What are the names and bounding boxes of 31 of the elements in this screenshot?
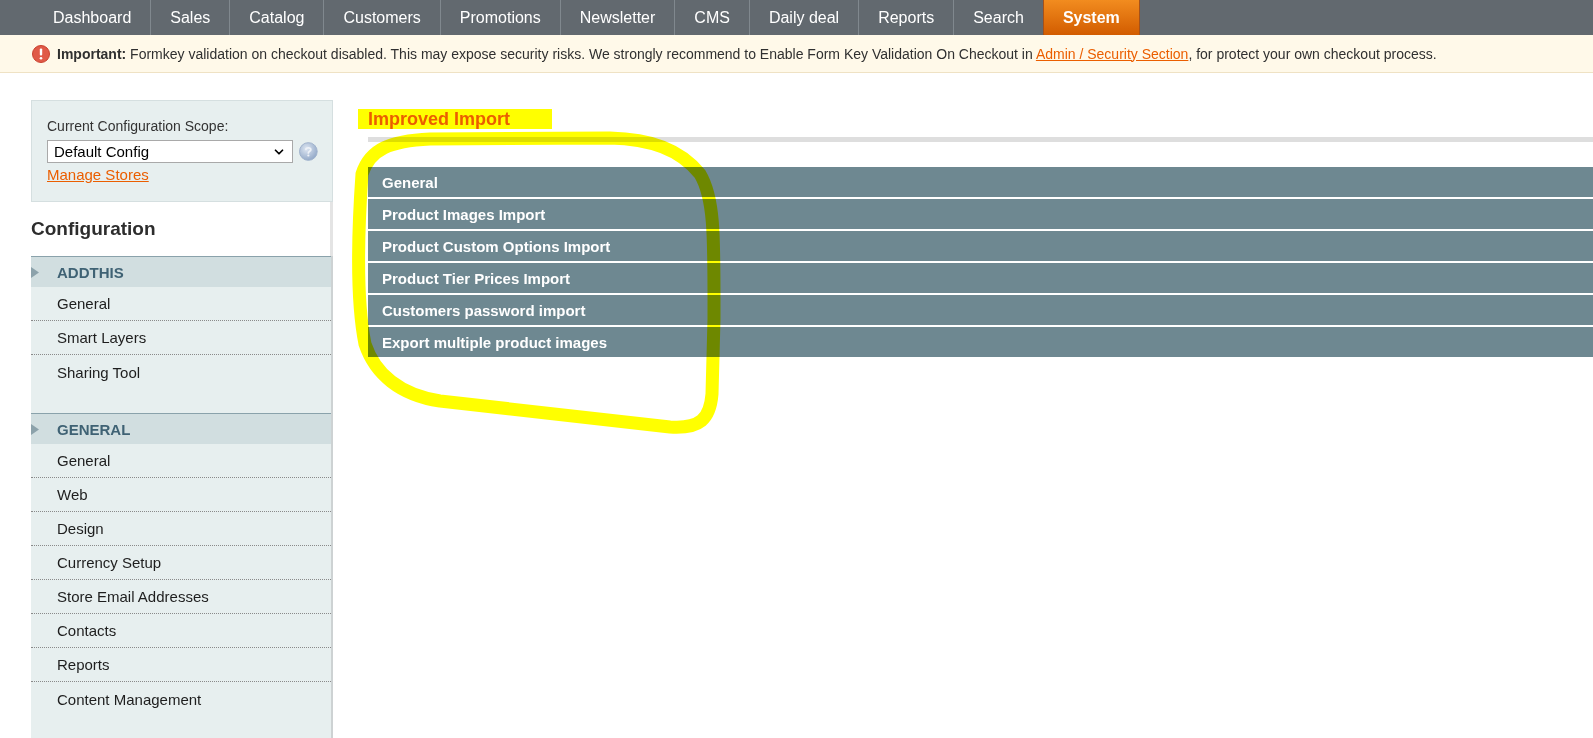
- section-header[interactable]: Customers password import: [368, 295, 1593, 325]
- notice-message: Important: Formkey validation on checkout disabled. This may expose security risks. We strongly recommend to Enable Form Key Validation On Checkout in Admin / Security Section, for protect your own checkout process.: [57, 45, 1437, 62]
- nav-tab[interactable]: Dashboard: [34, 0, 151, 35]
- caret-right-icon: [31, 423, 39, 435]
- section-header[interactable]: Product Images Import: [368, 199, 1593, 229]
- highlighted-page-title: Improved Import: [358, 109, 552, 129]
- sidebar-group-header[interactable]: GENERAL: [31, 413, 331, 444]
- section-header[interactable]: Product Custom Options Import: [368, 231, 1593, 261]
- section-header[interactable]: General: [368, 167, 1593, 197]
- caret-right-icon: [31, 266, 39, 278]
- section-header[interactable]: Product Tier Prices Import: [368, 263, 1593, 293]
- sidebar-item[interactable]: Store Email Addresses: [31, 580, 331, 614]
- scope-label: Current Configuration Scope:: [47, 117, 229, 135]
- sidebar-group-header[interactable]: ADDTHIS: [31, 256, 331, 287]
- sidebar-item[interactable]: General: [31, 287, 331, 321]
- sidebar-item[interactable]: Reports: [31, 648, 331, 682]
- section-header[interactable]: Export multiple product images: [368, 327, 1593, 357]
- alert-icon: [32, 44, 50, 63]
- sidebar-item[interactable]: General: [31, 444, 331, 478]
- sidebar-item[interactable]: Currency Setup: [31, 546, 331, 580]
- sidebar-title: Configuration: [31, 202, 333, 256]
- help-icon[interactable]: [299, 142, 318, 161]
- sidebar-item[interactable]: Smart Layers: [31, 321, 331, 355]
- sidebar-item[interactable]: Contacts: [31, 614, 331, 648]
- manage-stores-link[interactable]: Manage Stores: [47, 166, 149, 184]
- sidebar-item[interactable]: Content Management: [31, 682, 331, 716]
- sidebar-item[interactable]: Web: [31, 478, 331, 512]
- sidebar-item[interactable]: Sharing Tool: [31, 355, 331, 389]
- scope-select[interactable]: Default Config: [47, 140, 294, 163]
- sidebar-item[interactable]: Design: [31, 512, 331, 546]
- nav-tab[interactable]: System: [1042, 0, 1140, 35]
